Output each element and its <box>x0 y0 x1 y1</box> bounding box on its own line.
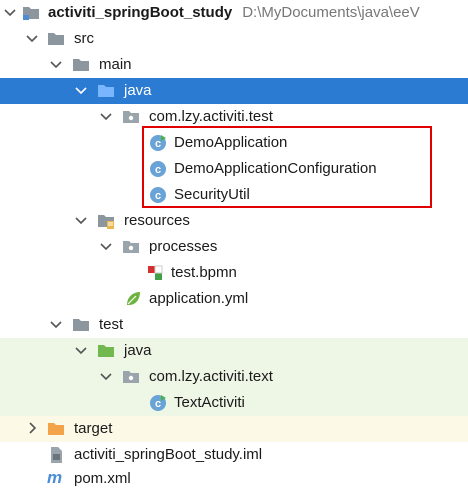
project-name: activiti_springBoot_study <box>48 4 233 21</box>
chevron-down-icon[interactable] <box>48 56 64 72</box>
folder-icon <box>47 30 65 48</box>
highlight-box <box>142 126 432 208</box>
tree-row-pom[interactable]: m pom.xml <box>0 466 468 492</box>
folder-icon <box>72 316 90 334</box>
tree-row-test-package[interactable]: com.lzy.activiti.text <box>0 364 468 390</box>
folder-label-main: main <box>99 56 132 73</box>
chevron-right-icon[interactable] <box>24 420 40 436</box>
tree-row-text-activiti[interactable]: TextActiviti <box>0 390 468 416</box>
package-label: com.lzy.activiti.test <box>149 108 273 125</box>
folder-label-java: java <box>124 82 152 99</box>
chevron-down-icon[interactable] <box>73 212 89 228</box>
project-folder-icon <box>22 4 40 22</box>
folder-label-test: test <box>99 316 124 333</box>
chevron-down-icon[interactable] <box>73 82 89 98</box>
chevron-down-icon[interactable] <box>24 30 40 46</box>
package-icon <box>122 108 140 126</box>
maven-icon: m <box>47 468 63 487</box>
spring-yml-icon <box>124 290 142 308</box>
class-label-text-activiti: TextActiviti <box>174 394 245 411</box>
chevron-down-icon[interactable] <box>48 316 64 332</box>
folder-label-target: target <box>74 420 113 437</box>
package-icon <box>122 368 140 386</box>
tree-row-test-java[interactable]: java <box>0 338 468 364</box>
resources-folder-icon <box>97 212 115 230</box>
bpmn-file-icon <box>146 264 164 282</box>
excluded-folder-icon <box>47 420 65 438</box>
tree-row-test-bpmn[interactable]: test.bpmn <box>0 260 468 286</box>
file-label-iml: activiti_springBoot_study.iml <box>74 446 263 463</box>
folder-icon <box>72 56 90 74</box>
chevron-down-icon[interactable] <box>2 4 18 20</box>
tree-row-main[interactable]: main <box>0 52 468 78</box>
package-label-test: com.lzy.activiti.text <box>149 368 273 385</box>
tree-row-main-java[interactable]: java <box>0 78 468 104</box>
file-label-pom: pom.xml <box>74 470 131 487</box>
tree-row-project-root[interactable]: activiti_springBoot_study D:\MyDocuments\… <box>0 0 468 26</box>
tree-row-iml[interactable]: activiti_springBoot_study.iml <box>0 442 468 468</box>
tree-row-resources[interactable]: resources <box>0 208 468 234</box>
chevron-down-icon[interactable] <box>98 108 114 124</box>
folder-label-processes: processes <box>149 238 218 255</box>
tree-row-target[interactable]: target <box>0 416 468 442</box>
class-run-icon <box>149 394 167 412</box>
module-file-icon <box>47 446 65 464</box>
project-path: D:\MyDocuments\java\eeV <box>242 4 420 21</box>
folder-label-src: src <box>74 30 94 47</box>
folder-label-resources: resources <box>124 212 190 229</box>
test-folder-icon <box>97 342 115 360</box>
tree-row-application-yml[interactable]: application.yml <box>0 286 468 312</box>
chevron-down-icon[interactable] <box>98 368 114 384</box>
chevron-down-icon[interactable] <box>73 342 89 358</box>
tree-row-processes[interactable]: processes <box>0 234 468 260</box>
source-folder-icon <box>97 82 115 100</box>
chevron-down-icon[interactable] <box>98 238 114 254</box>
folder-label-test-java: java <box>124 342 152 359</box>
tree-row-src[interactable]: src <box>0 26 468 52</box>
package-icon <box>122 238 140 256</box>
tree-row-test[interactable]: test <box>0 312 468 338</box>
file-label-bpmn: test.bpmn <box>171 264 237 281</box>
file-label-yml: application.yml <box>149 290 249 307</box>
